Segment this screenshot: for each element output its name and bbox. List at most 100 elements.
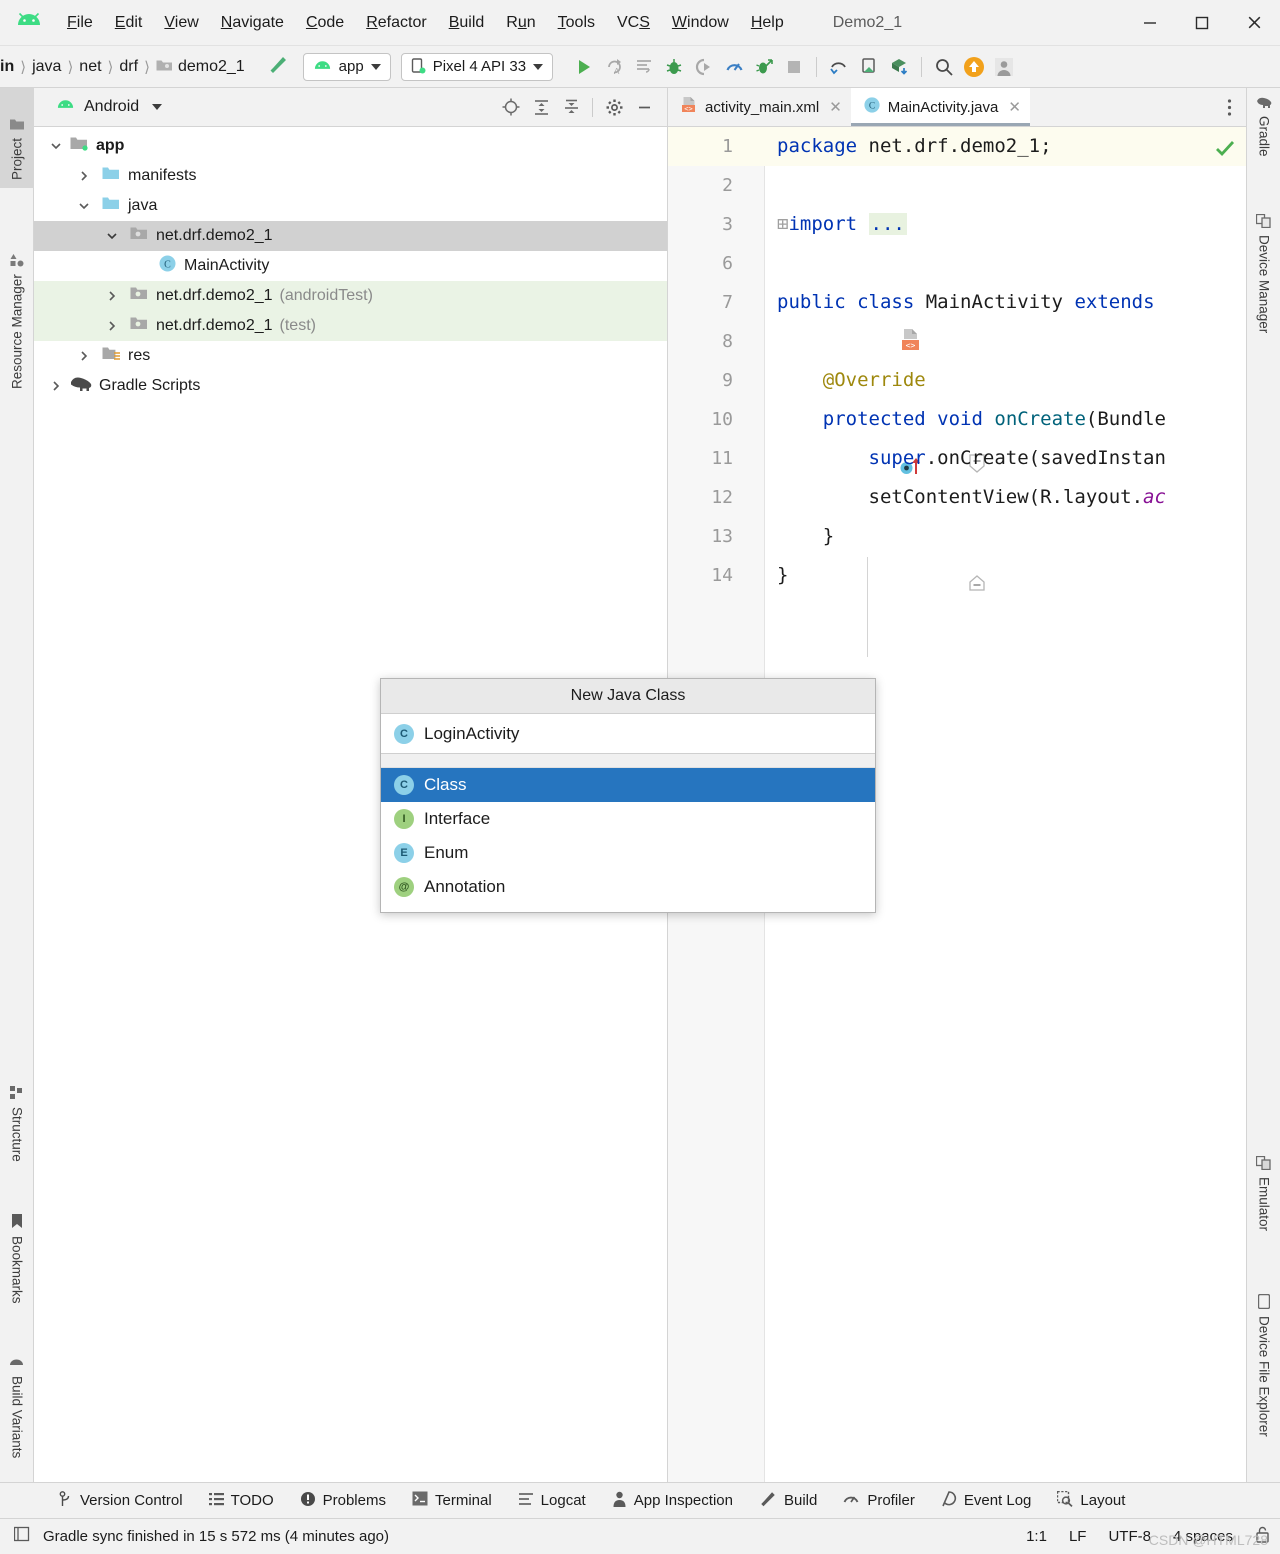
sidebar-item-bookmarks[interactable]: Bookmarks bbox=[0, 1206, 34, 1341]
tree-row-manifests[interactable]: manifests bbox=[34, 161, 667, 191]
tree-row-gradle-scripts[interactable]: Gradle Scripts bbox=[34, 371, 667, 401]
chevron-down-icon[interactable] bbox=[76, 198, 92, 214]
line-separator[interactable]: LF bbox=[1069, 1528, 1087, 1545]
toolwindow-app-inspection[interactable]: App Inspection bbox=[599, 1483, 746, 1519]
sync-project-icon[interactable] bbox=[884, 52, 914, 82]
toolwindow-profiler[interactable]: Profiler bbox=[830, 1483, 928, 1519]
toolwindow-layout-inspector[interactable]: Layout bbox=[1044, 1483, 1138, 1519]
chevron-down-icon[interactable] bbox=[48, 138, 64, 154]
attach-debugger-icon[interactable] bbox=[749, 52, 779, 82]
tree-row-res[interactable]: res bbox=[34, 341, 667, 371]
menu-view[interactable]: View bbox=[153, 10, 209, 36]
hammer-icon[interactable] bbox=[267, 54, 289, 80]
sidebar-item-resource-manager[interactable]: Resource Manager bbox=[0, 192, 34, 397]
device-selector[interactable]: Pixel 4 API 33 bbox=[400, 52, 554, 81]
more-vertical-icon[interactable] bbox=[1212, 88, 1246, 126]
chevron-right-icon[interactable] bbox=[48, 378, 64, 394]
indent-guide bbox=[867, 557, 868, 657]
debug-icon[interactable] bbox=[659, 52, 689, 82]
right-tool-strip: Gradle Device Manager Emulator Device Fi… bbox=[1246, 88, 1280, 1490]
file-encoding[interactable]: UTF-8 bbox=[1108, 1528, 1151, 1545]
apply-changes-icon[interactable]: A bbox=[599, 52, 629, 82]
list-item-interface[interactable]: I Interface bbox=[381, 802, 875, 836]
toolwindow-build[interactable]: Build bbox=[746, 1483, 830, 1519]
sidebar-item-device-manager[interactable]: Device Manager bbox=[1247, 206, 1280, 396]
project-view-label[interactable]: Android bbox=[84, 98, 139, 116]
toolwindow-terminal[interactable]: Terminal bbox=[399, 1483, 505, 1519]
expand-all-icon[interactable] bbox=[526, 93, 556, 121]
gradle-elephant-icon bbox=[70, 375, 92, 397]
menu-window[interactable]: Window bbox=[661, 10, 740, 36]
tree-row-package-test[interactable]: net.drf.demo2_1 (test) bbox=[34, 311, 667, 341]
breadcrumb-item-4[interactable]: demo2_1 bbox=[178, 58, 245, 76]
chevron-right-icon[interactable] bbox=[104, 318, 120, 334]
sidebar-item-structure[interactable]: Structure bbox=[0, 1078, 34, 1198]
toolwindow-version-control[interactable]: Version Control bbox=[46, 1483, 196, 1519]
menu-file[interactable]: File bbox=[56, 10, 104, 36]
chevron-right-icon[interactable] bbox=[76, 348, 92, 364]
tree-row-package-main[interactable]: net.drf.demo2_1 bbox=[34, 221, 667, 251]
select-opened-file-icon[interactable] bbox=[496, 93, 526, 121]
minimize-button[interactable] bbox=[1124, 0, 1176, 46]
settings-gear-icon[interactable] bbox=[599, 93, 629, 121]
sidebar-item-emulator[interactable]: Emulator bbox=[1247, 1148, 1280, 1278]
close-button[interactable] bbox=[1228, 0, 1280, 46]
menu-code[interactable]: Code bbox=[295, 10, 355, 36]
chevron-right-icon[interactable] bbox=[76, 168, 92, 184]
menu-navigate[interactable]: Navigate bbox=[210, 10, 295, 36]
toolwindow-event-log[interactable]: Event Log bbox=[928, 1483, 1045, 1519]
avd-manager-icon[interactable] bbox=[854, 52, 884, 82]
close-icon[interactable]: ✕ bbox=[829, 98, 842, 116]
resource-manager-icon bbox=[9, 253, 25, 267]
menu-help[interactable]: Help bbox=[740, 10, 795, 36]
chevron-down-icon[interactable] bbox=[104, 228, 120, 244]
run-with-coverage-icon[interactable] bbox=[689, 52, 719, 82]
menu-refactor[interactable]: Refactor bbox=[355, 10, 437, 36]
chevron-right-icon[interactable] bbox=[104, 288, 120, 304]
tab-activity-main-xml[interactable]: <> activity_main.xml ✕ bbox=[668, 88, 851, 126]
breadcrumb-item-2[interactable]: net bbox=[79, 58, 101, 76]
sdk-manager-icon[interactable] bbox=[824, 52, 854, 82]
breadcrumb-item-1[interactable]: java bbox=[32, 58, 61, 76]
profiler-icon[interactable] bbox=[719, 52, 749, 82]
svg-text:C: C bbox=[869, 102, 875, 112]
sidebar-item-gradle[interactable]: Gradle bbox=[1247, 88, 1280, 193]
list-item-annotation[interactable]: @ Annotation bbox=[381, 870, 875, 904]
list-item-enum[interactable]: E Enum bbox=[381, 836, 875, 870]
toolwindow-todo[interactable]: TODO bbox=[196, 1483, 287, 1519]
update-icon[interactable] bbox=[959, 52, 989, 82]
search-icon[interactable] bbox=[929, 52, 959, 82]
menu-build[interactable]: Build bbox=[438, 10, 496, 36]
apply-code-changes-icon[interactable] bbox=[629, 52, 659, 82]
status-message[interactable]: Gradle sync finished in 15 s 572 ms (4 m… bbox=[43, 1528, 389, 1545]
menu-tools[interactable]: Tools bbox=[547, 10, 606, 36]
menu-vcs[interactable]: VCS bbox=[606, 10, 661, 36]
menu-edit[interactable]: Edit bbox=[104, 10, 154, 36]
class-name-input[interactable]: C LoginActivity bbox=[381, 714, 875, 754]
tab-mainactivity-java[interactable]: C MainActivity.java ✕ bbox=[850, 88, 1031, 126]
tree-row-app[interactable]: app bbox=[34, 131, 667, 161]
toolwindow-problems[interactable]: Problems bbox=[287, 1483, 399, 1519]
tree-row-mainactivity[interactable]: C MainActivity bbox=[34, 251, 667, 281]
inspection-status-icon[interactable] bbox=[1214, 137, 1236, 159]
sidebar-item-project[interactable]: Project bbox=[0, 88, 34, 188]
breadcrumb-item-3[interactable]: drf bbox=[119, 58, 138, 76]
collapse-all-icon[interactable] bbox=[556, 93, 586, 121]
unlock-icon[interactable] bbox=[1255, 1526, 1270, 1547]
tree-row-java[interactable]: java bbox=[34, 191, 667, 221]
close-icon[interactable]: ✕ bbox=[1008, 98, 1021, 116]
run-configuration-selector[interactable]: app bbox=[302, 52, 391, 81]
breadcrumb-item-0[interactable]: in bbox=[0, 58, 14, 76]
indent-setting[interactable]: 4 spaces bbox=[1173, 1528, 1233, 1545]
tree-row-package-androidtest[interactable]: net.drf.demo2_1 (androidTest) bbox=[34, 281, 667, 311]
list-item-class[interactable]: C Class bbox=[381, 768, 875, 802]
caret-position[interactable]: 1:1 bbox=[1026, 1528, 1047, 1545]
run-icon[interactable] bbox=[569, 52, 599, 82]
account-icon[interactable] bbox=[989, 52, 1019, 82]
hide-panel-icon[interactable] bbox=[629, 93, 659, 121]
toolwindow-logcat[interactable]: Logcat bbox=[505, 1483, 599, 1519]
chevron-down-icon[interactable] bbox=[152, 104, 163, 110]
sidebar-item-device-file-explorer[interactable]: Device File Explorer bbox=[1247, 1286, 1280, 1501]
menu-run[interactable]: Run bbox=[495, 10, 546, 36]
maximize-button[interactable] bbox=[1176, 0, 1228, 46]
